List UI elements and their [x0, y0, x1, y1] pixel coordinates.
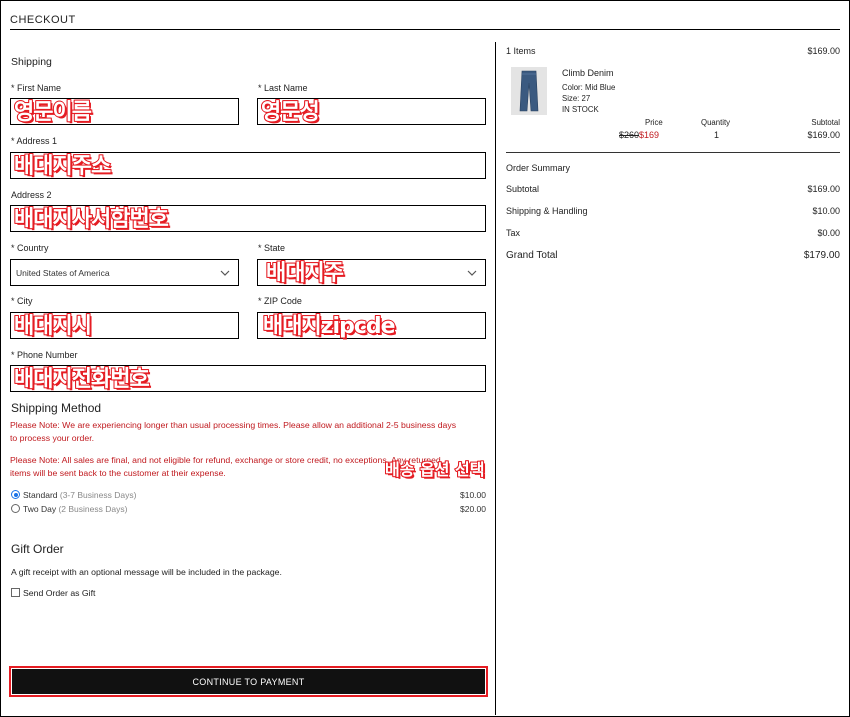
radio-selected-icon[interactable]: [11, 490, 20, 500]
gift-order-title: Gift Order: [11, 542, 64, 556]
state-select[interactable]: 배대지주: [257, 259, 486, 287]
phone-annotation: 배대지전화번호: [13, 366, 151, 393]
zip-label: * ZIP Code: [258, 296, 302, 306]
first-name-field[interactable]: 영문이름: [10, 98, 239, 126]
send-as-gift-label: Send Order as Gift: [23, 588, 96, 598]
summary-tax-value: $0.00: [817, 228, 840, 238]
summary-tax-label: Tax: [506, 228, 521, 238]
address1-label: * Address 1: [11, 136, 58, 146]
continue-to-payment-button[interactable]: CONTINUE TO PAYMENT: [12, 669, 485, 694]
item-subtotal: $169.00: [807, 130, 840, 140]
quantity-header: Quantity: [701, 118, 731, 127]
original-price: $260: [619, 130, 640, 140]
shipping-method-title: Shipping Method: [11, 401, 102, 415]
shipping-option-detail: (2 Business Days): [58, 504, 128, 514]
price-header: Price: [645, 118, 663, 127]
state-label: * State: [258, 243, 286, 253]
phone-label: * Phone Number: [11, 350, 78, 360]
items-total: $169.00: [807, 46, 840, 56]
shipping-option-name: Standard: [23, 490, 58, 500]
country-select[interactable]: United States of America: [10, 259, 239, 286]
product-color: Color: Mid Blue: [562, 83, 616, 92]
country-value: United States of America: [16, 268, 110, 278]
page-title: CHECKOUT: [10, 14, 76, 26]
first-name-annotation: 영문이름: [13, 99, 93, 126]
product-name[interactable]: Climb Denim: [562, 68, 614, 78]
checkbox-icon[interactable]: [11, 588, 20, 598]
grand-total-value: $179.00: [803, 250, 840, 261]
product-stock: IN STOCK: [562, 105, 599, 114]
shipping-option-annotation: 배송 옵션 선택: [384, 459, 485, 480]
shipping-option-detail: (3-7 Business Days): [59, 490, 137, 500]
column-divider: [495, 42, 496, 715]
country-label: * Country: [11, 243, 49, 253]
shipping-option-two-day[interactable]: Two Day (2 Business Days) $20.00: [11, 504, 486, 516]
address1-annotation: 배대지주소: [13, 153, 112, 180]
summary-subtotal-value: $169.00: [807, 184, 840, 194]
summary-shipping-value: $10.00: [812, 206, 840, 216]
shipping-option-standard[interactable]: Standard (3-7 Business Days) $10.00: [11, 490, 486, 502]
jeans-icon: [519, 70, 539, 112]
summary-shipping-label: Shipping & Handling: [506, 206, 588, 216]
state-annotation: 배대지주: [265, 260, 345, 287]
summary-subtotal-label: Subtotal: [506, 184, 540, 194]
processing-note-line1: Please Note: We are experiencing longer …: [10, 420, 457, 430]
address2-label: Address 2: [11, 190, 52, 200]
grand-total-label: Grand Total: [506, 250, 558, 261]
items-count: 1 Items: [506, 46, 536, 56]
address2-annotation: 배대지사서함번호: [13, 206, 170, 233]
sale-price: $169: [639, 130, 660, 140]
header-divider: [10, 29, 840, 30]
processing-note: Please Note: We are experiencing longer …: [10, 419, 485, 445]
item-quantity: 1: [714, 130, 720, 140]
order-summary-title: Order Summary: [506, 163, 571, 173]
subtotal-header: Subtotal: [811, 118, 840, 127]
chevron-down-icon: [467, 266, 477, 284]
cart-divider: [506, 152, 840, 153]
chevron-down-icon: [220, 266, 230, 284]
shipping-option-price: $20.00: [460, 504, 486, 514]
send-as-gift-option[interactable]: Send Order as Gift: [11, 588, 95, 598]
product-thumbnail[interactable]: [511, 67, 547, 115]
last-name-label: * Last Name: [258, 83, 308, 93]
phone-field[interactable]: 배대지전화번호: [10, 365, 486, 393]
item-price: $260$169: [619, 130, 659, 140]
last-name-field[interactable]: 영문성: [257, 98, 486, 126]
first-name-label: * First Name: [11, 83, 62, 93]
address1-field[interactable]: 배대지주소: [10, 152, 486, 180]
address2-field[interactable]: 배대지사서함번호: [10, 205, 486, 233]
continue-button-highlight: CONTINUE TO PAYMENT: [9, 666, 488, 697]
shipping-option-name: Two Day: [23, 504, 57, 514]
city-annotation: 배대지시: [13, 313, 93, 340]
last-name-annotation: 영문성: [260, 99, 321, 126]
city-label: * City: [11, 296, 33, 306]
processing-note-line2: to process your order.: [10, 433, 95, 443]
zip-annotation: 배대지zipcde: [262, 313, 397, 340]
zip-field[interactable]: 배대지zipcde: [257, 312, 486, 340]
shipping-option-price: $10.00: [460, 490, 486, 500]
city-field[interactable]: 배대지시: [10, 312, 239, 340]
shipping-section-title: Shipping: [11, 56, 52, 68]
product-size: Size: 27: [562, 94, 591, 103]
gift-description: A gift receipt with an optional message …: [11, 567, 282, 577]
radio-icon[interactable]: [11, 504, 20, 514]
